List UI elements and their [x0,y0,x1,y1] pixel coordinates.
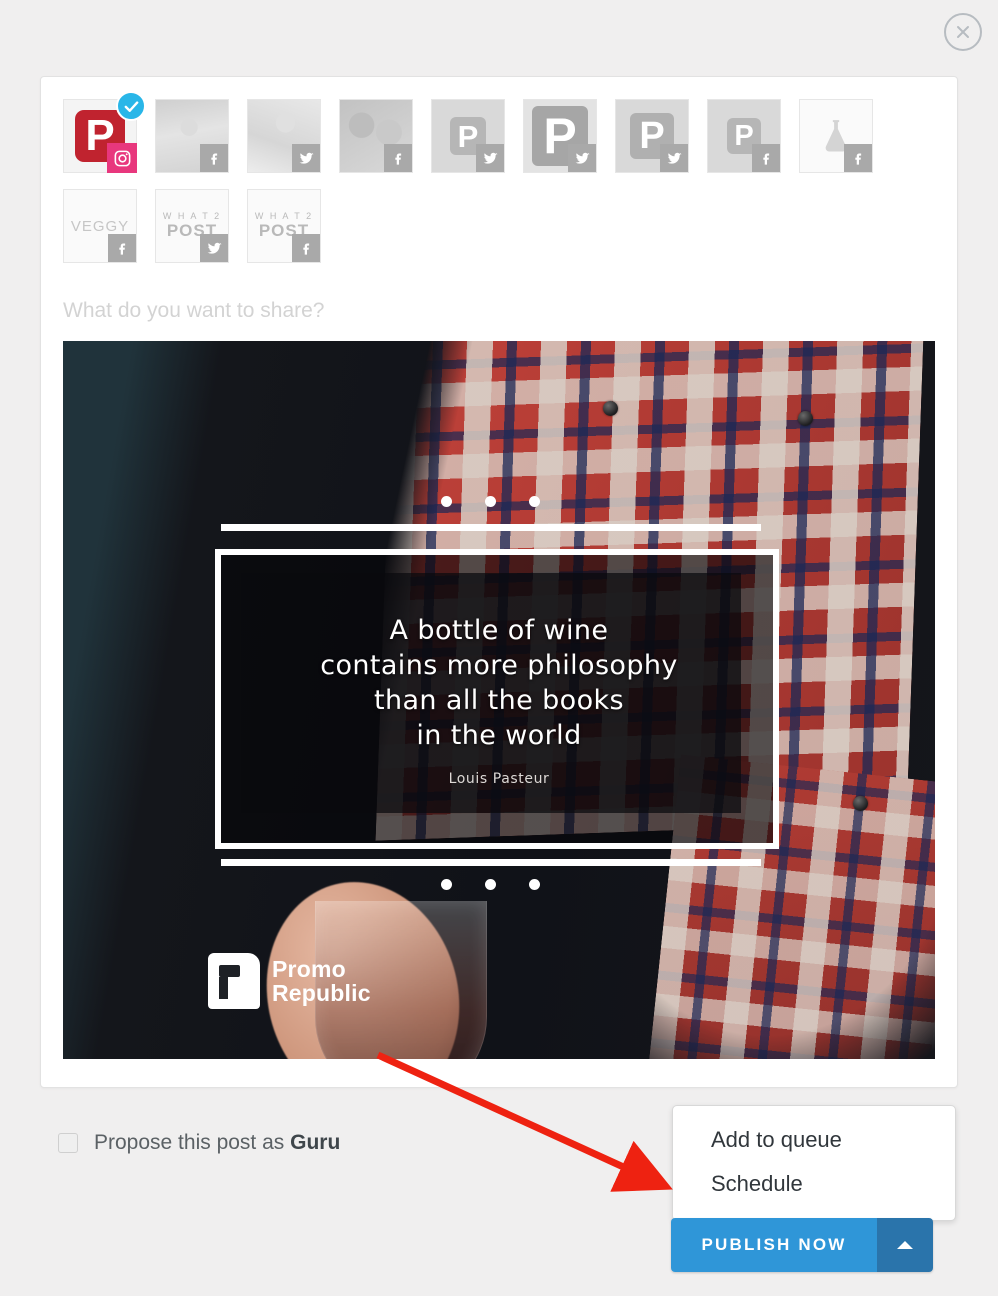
account-avatar-plogo-account-3[interactable]: P [615,99,689,173]
account-avatar-person-photo-2[interactable] [247,99,321,173]
watermark-text: Promo Republic [272,955,371,1006]
quote-author: Louis Pasteur [448,771,550,787]
twitter-badge-icon [568,144,596,172]
facebook-badge-icon [844,144,872,172]
close-icon [957,26,969,38]
account-avatar-person-photo-1[interactable] [155,99,229,173]
publish-now-button[interactable]: PUBLISH NOW [671,1218,877,1272]
account-avatar-plogo-account-4[interactable]: P [707,99,781,173]
account-avatar-veggy-account[interactable]: VEGGY [63,189,137,263]
account-avatar-promorepublic-instagram[interactable]: P [63,91,146,173]
account-avatar-what2post-facebook[interactable]: W H A T 2 POST [247,189,321,263]
facebook-badge-icon [200,144,228,172]
twitter-badge-icon [292,144,320,172]
twitter-badge-icon [660,144,688,172]
account-avatar-sports-photo[interactable] [339,99,413,173]
account-avatar-what2post-twitter[interactable]: W H A T 2 POST [155,189,229,263]
veggy-label: VEGGY [70,217,130,235]
propose-as-guru-row[interactable]: Propose this post as Guru [58,1131,340,1155]
shirt-button [603,401,618,416]
publish-options-toggle[interactable] [877,1218,933,1272]
propose-label: Propose this post as Guru [94,1131,341,1154]
publish-options-dropdown: Add to queue Schedule [672,1105,956,1221]
twitter-badge-icon [200,234,228,262]
account-avatar-plogo-account-2[interactable]: P [523,99,597,173]
promorepublic-watermark: Promo Republic [208,953,371,1009]
chevron-up-icon [897,1241,913,1249]
shirt-button [853,796,868,811]
post-image-preview[interactable]: A bottle of wine contains more philosoph… [63,341,935,1059]
facebook-badge-icon [384,144,412,172]
twitter-badge-icon [476,144,504,172]
decorative-dots-top [441,496,540,507]
menu-item-schedule[interactable]: Schedule [673,1162,955,1206]
facebook-badge-icon [752,144,780,172]
account-avatar-plogo-account-1[interactable]: P [431,99,505,173]
decorative-rule-top [221,524,761,531]
selected-check-icon [116,91,146,121]
menu-item-add-to-queue[interactable]: Add to queue [673,1118,955,1162]
facebook-badge-icon [108,234,136,262]
account-selector: P P P P P VEGGY W H A T 2 POST W H A T 2… [41,77,943,279]
shirt-button [798,411,813,426]
quote-text: A bottle of wine contains more philosoph… [320,615,678,752]
publish-split-button: PUBLISH NOW [671,1218,933,1272]
instagram-badge-icon [107,143,137,173]
close-modal-button[interactable] [944,13,982,51]
promorepublic-logo-icon [208,953,260,1009]
share-text-input[interactable]: What do you want to share? [63,289,935,341]
decorative-dots-bottom [441,879,540,890]
decorative-rule-bottom [221,859,761,866]
facebook-badge-icon [292,234,320,262]
post-composer-modal: P P P P P VEGGY W H A T 2 POST W H A T 2… [40,76,958,1088]
account-avatar-flask-logo-account[interactable] [799,99,873,173]
propose-checkbox[interactable] [58,1133,78,1153]
